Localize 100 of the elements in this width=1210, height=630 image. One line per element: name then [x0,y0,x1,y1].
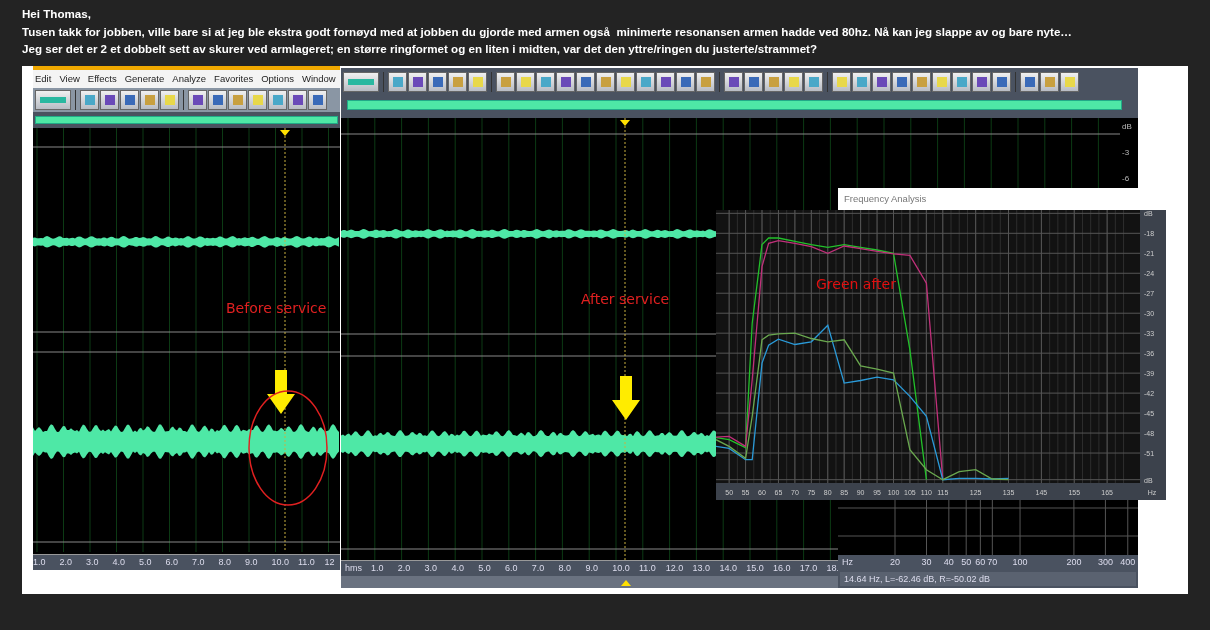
toolbar-icon[interactable] [952,71,971,92]
menu-item[interactable]: Effects [87,73,117,84]
status-bar: 14.64 Hz, L=-62.46 dB, R=-50.02 dB [840,571,1136,586]
time-label: 5.0 [478,562,491,573]
message-text: Jeg ser det er 2 et dobbelt sett av skurer ved armlageret; en større ringformet og en liten i midten, var det den yttre/ringen du justerte/strammet? [22,41,819,57]
annotation-text: After service [581,290,670,307]
toolbar-icon[interactable] [636,71,655,92]
toolbar-icon[interactable] [35,89,71,110]
axis-label: 200 [1066,556,1082,567]
toolbar-icon[interactable] [428,71,447,92]
toolbar-icon[interactable] [80,89,99,110]
toolbar-icon[interactable] [912,71,931,92]
toolbar-icon[interactable] [343,71,379,92]
toolbar-icon[interactable] [228,89,247,110]
time-label: 10.0 [271,556,290,567]
toolbar-icon[interactable] [100,89,119,110]
toolbar-icon[interactable] [556,71,575,92]
level-label: -6 [1122,173,1130,183]
time-label: 18. [826,562,840,573]
level-label: dB [1122,121,1132,131]
axis-label: 100 [1012,556,1028,567]
menu-item[interactable]: Favorites [214,73,254,84]
time-label: 2.0 [59,556,72,567]
toolbar-icon[interactable] [288,89,307,110]
menu-item[interactable]: Analyze [172,73,207,84]
toolbar-icon[interactable] [496,71,515,92]
menu-item[interactable]: Window [301,73,336,84]
menu-item[interactable]: View [59,73,80,84]
toolbar-icon[interactable] [448,71,467,92]
axis-label: 20 [890,556,900,567]
toolbar-icon[interactable] [852,71,871,92]
time-label: 2.0 [397,562,411,573]
toolbar-icon[interactable] [656,71,675,92]
menu-item[interactable]: Edit [35,73,52,84]
time-label: 12.0 [665,562,684,573]
toolbar-icon[interactable] [1060,71,1079,92]
toolbar-icon[interactable] [784,71,803,92]
chart-annotation: Green after [816,275,896,292]
marker-icon[interactable] [621,579,631,586]
toolbar-icon[interactable] [616,71,635,92]
time-label: 5.0 [139,556,152,567]
toolbar-icon[interactable] [1020,71,1039,92]
toolbar-icon[interactable] [120,89,139,110]
time-label: 4.0 [451,562,464,573]
toolbar-icon[interactable] [832,71,851,92]
time-label: 3.0 [424,562,438,573]
toolbar-icon[interactable] [872,71,891,92]
time-label: 10.0 [612,562,630,573]
menu-item[interactable]: Options [261,73,294,84]
toolbar-icon[interactable] [536,71,555,92]
time-label: 8.0 [558,562,572,573]
toolbar-icon[interactable] [388,71,407,92]
toolbar-icon[interactable] [160,89,179,110]
toolbar-icon[interactable] [596,71,615,92]
toolbar-icon[interactable] [516,71,535,92]
time-label: 14.0 [719,562,737,573]
axis-unit: Hz [842,556,853,567]
time-label: 15.0 [746,562,764,573]
menu-item[interactable]: Generate [124,73,165,84]
axis-label: 50 [961,556,972,567]
toolbar-icon[interactable] [188,89,207,110]
toolbar-icon[interactable] [308,89,327,110]
toolbar-icon[interactable] [248,89,267,110]
arrow-icon [612,375,640,420]
toolbar-icon[interactable] [724,71,743,92]
axis-label: 70 [987,556,998,567]
annotation-text: Before service [226,299,327,316]
greeting: Hei Thomas, [22,6,92,22]
toolbar-icon[interactable] [764,71,783,92]
toolbar-icon[interactable] [676,71,695,92]
toolbar-icon[interactable] [408,71,427,92]
toolbar-icon[interactable] [140,89,159,110]
toolbar-icon[interactable] [576,71,595,92]
toolbar-icon[interactable] [1040,71,1059,92]
time-unit: hms [345,562,362,573]
time-label: 11.0 [639,562,656,573]
axis-label: 300 [1097,556,1113,567]
toolbar-icon[interactable] [804,71,823,92]
toolbar-icon[interactable] [932,71,951,92]
toolbar-icon[interactable] [744,71,763,92]
time-label: 16.0 [773,562,791,573]
time-label: 3.0 [86,556,99,567]
toolbar-icon[interactable] [892,71,911,92]
toolbar-icon[interactable] [268,89,287,110]
toolbar-icon[interactable] [696,71,715,92]
axis-label: 400 [1120,556,1136,567]
time-label: 12 [324,556,335,567]
axis-label: 60 [975,556,986,567]
time-label: 9.0 [245,556,258,567]
toolbar-icon[interactable] [208,89,227,110]
level-label: -3 [1122,147,1130,157]
time-label: 7.0 [531,562,545,573]
toolbar-icon[interactable] [992,71,1011,92]
toolbar-icon[interactable] [972,71,991,92]
time-label: 11.0 [298,556,315,567]
toolbar-icon[interactable] [468,71,487,92]
time-label: 6.0 [505,562,518,573]
time-label: 7.0 [192,556,205,567]
message-text: Tusen takk for jobben, ville bare si at jeg ble ekstra godt fornøyd med at jobben du gjorde med armen også minimerte resonansen armen hadde ved 80hz. Nå kan jeg slappe av og bare nyte… [22,23,1073,40]
time-label: 1.0 [371,562,384,573]
